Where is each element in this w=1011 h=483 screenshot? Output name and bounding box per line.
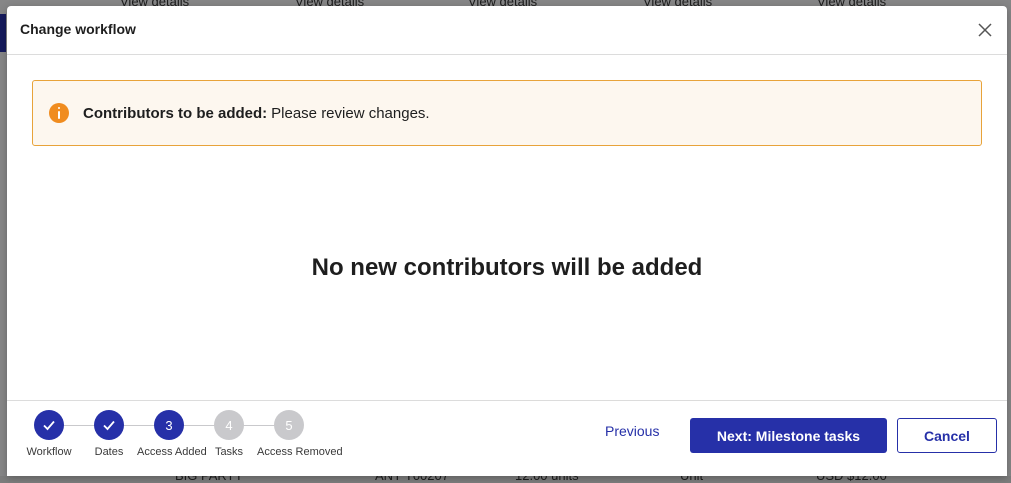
alert-text: Contributors to be added: Please review c… <box>83 105 430 122</box>
step-circle <box>94 410 124 440</box>
step-dates[interactable]: Dates <box>77 410 141 458</box>
close-button[interactable] <box>977 22 993 38</box>
step-workflow[interactable]: Workflow <box>17 410 81 458</box>
empty-state-message: No new contributors will be added <box>311 254 703 281</box>
background-accent <box>0 14 6 52</box>
alert-message: Please review changes. <box>271 104 430 122</box>
modal-footer: Workflow Dates 3 Access Added 4 Tasks 5 <box>7 400 1007 476</box>
step-access-added[interactable]: 3 Access Added <box>137 410 207 458</box>
workflow-stepper: Workflow Dates 3 Access Added 4 Tasks 5 <box>17 410 343 470</box>
next-milestone-tasks-button[interactable]: Next: Milestone tasks <box>690 418 887 453</box>
step-tasks[interactable]: 4 Tasks <box>197 410 261 458</box>
close-icon <box>978 23 992 37</box>
step-circle: 5 <box>274 410 304 440</box>
step-circle: 4 <box>214 410 244 440</box>
modal-title: Change workflow <box>20 21 136 37</box>
checkmark-icon <box>43 420 55 431</box>
warning-alert: Contributors to be added: Please review c… <box>32 80 982 146</box>
step-label: Access Removed <box>257 446 343 458</box>
modal-header: Change workflow <box>7 6 1007 55</box>
step-circle <box>34 410 64 440</box>
alert-title: Contributors to be added: <box>83 104 268 122</box>
step-label: Access Added <box>137 446 207 458</box>
previous-button[interactable]: Previous <box>605 423 659 439</box>
info-icon <box>49 103 69 123</box>
cancel-button[interactable]: Cancel <box>897 418 997 453</box>
step-access-removed[interactable]: 5 Access Removed <box>257 410 343 458</box>
step-circle: 3 <box>154 410 184 440</box>
step-label: Dates <box>94 446 124 458</box>
step-label: Tasks <box>214 446 244 458</box>
step-label: Workflow <box>26 446 72 458</box>
change-workflow-modal: Change workflow Contributors to be added… <box>7 6 1007 476</box>
checkmark-icon <box>103 420 115 431</box>
